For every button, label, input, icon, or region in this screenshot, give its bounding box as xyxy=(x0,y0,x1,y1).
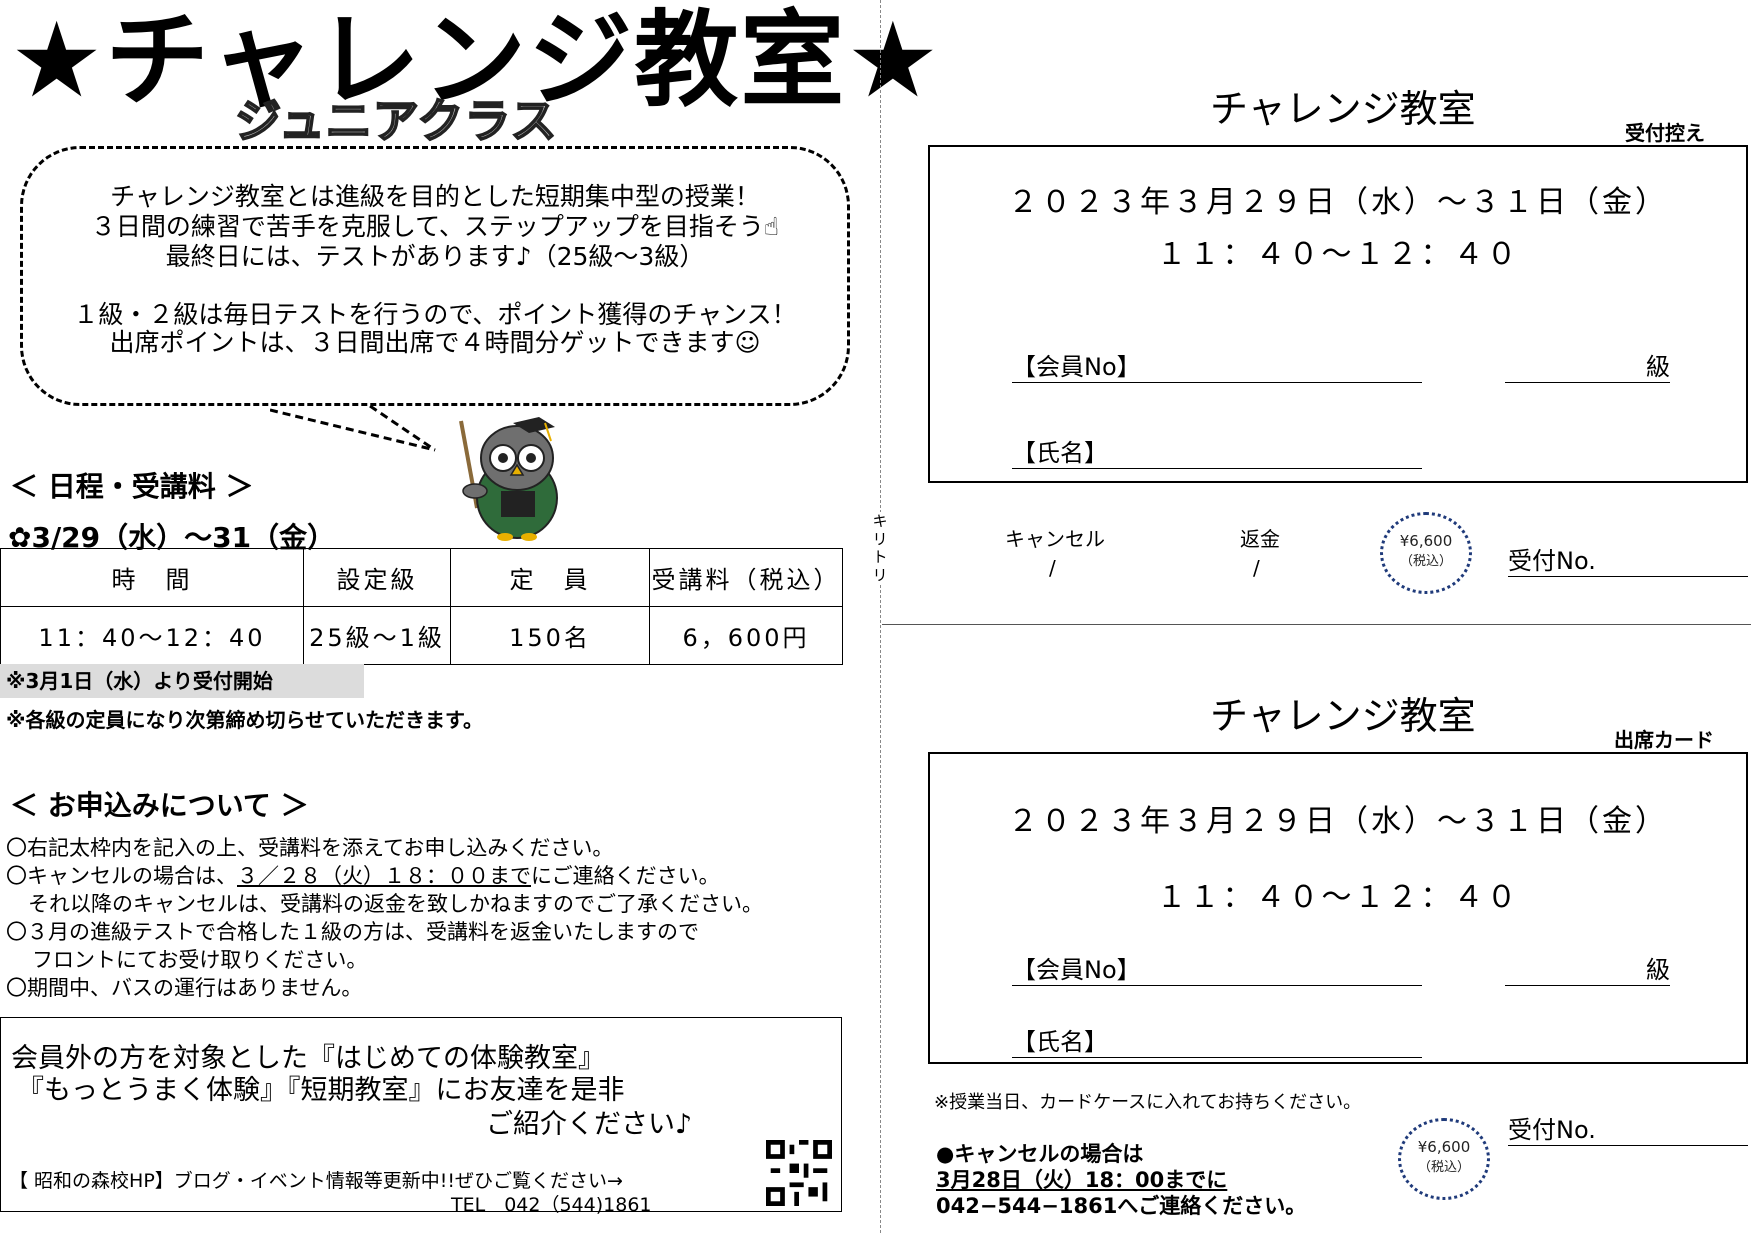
attendance-stamp-price: ¥6,600 xyxy=(1417,1138,1471,1156)
bubble-tail xyxy=(270,404,436,452)
table-cell-grade: 25級～1級 xyxy=(303,606,451,665)
receipt-time: １１：４０～１２：４０ xyxy=(1156,237,1520,272)
refund-label: 返金 xyxy=(1240,527,1280,551)
attendance-tag: 出席カード xyxy=(1614,728,1714,752)
table-header-row: 時 間 設定級 定 員 受講料（税込） xyxy=(0,548,843,607)
apply-line-2-prefix: 〇キャンセルの場合は、 xyxy=(6,864,237,888)
card-note: ※授業当日、カードケースに入れてお持ちください。 xyxy=(934,1092,1362,1113)
table-cell-time: 11：40～12：40 xyxy=(0,606,304,665)
apply-line-2: 〇キャンセルの場合は、３／２８（火）１８：００までにご連絡ください。 xyxy=(6,860,720,890)
attendance-box: ２０２３年３月２９日（水）～３１日（金） １１：４０～１２：４０ 【会員No】 … xyxy=(928,752,1748,1064)
attendance-member-no-field[interactable]: 【会員No】 xyxy=(1012,950,1422,986)
cancel-contact: 042−544−1861へご連絡ください。 xyxy=(936,1194,1307,1218)
apply-line-5: フロントにてお受け取りください。 xyxy=(32,948,368,972)
table-header: 受講料（税込） xyxy=(649,548,843,607)
receipt-date: ２０２３年３月２９日（水）～３１日（金） xyxy=(1008,185,1668,220)
schedule-heading: ＜ 日程・受講料 ＞ xyxy=(10,470,254,503)
apply-line-3: それ以降のキャンセルは、受講料の返金を致しかねますのでご了承ください。 xyxy=(28,892,763,916)
attendance-date: ２０２３年３月２９日（水）～３１日（金） xyxy=(1008,804,1668,839)
schedule-table: 時 間 設定級 定 員 受講料（税込） 11：40～12：40 25級～1級 1… xyxy=(0,548,843,665)
hp-line: 【 昭和の森校HP】ブログ・イベント情報等更新中!!ぜひご覧ください→ xyxy=(9,1170,623,1192)
bubble-line-5: 出席ポイントは、３日間出席で４時間分ゲットできます☺ xyxy=(109,328,761,357)
cut-label: キリトリ xyxy=(872,512,888,584)
qr-code-icon[interactable] xyxy=(764,1140,834,1206)
table-row: 11：40～12：40 25級～1級 150名 6，600円 xyxy=(0,606,843,665)
stamp-price: ¥6,600 xyxy=(1399,532,1453,550)
capacity-note: ※各級の定員になり次第締め切らせていただきます。 xyxy=(6,708,484,732)
bubble-line-3: 最終日には、テストがあります♪（25級～3級） xyxy=(165,242,705,271)
table-header: 時 間 xyxy=(0,548,304,607)
speech-bubble: チャレンジ教室とは進級を目的とした短期集中型の授業！ ３日間の練習で苦手を克服し… xyxy=(20,146,850,406)
attendance-time: １１：４０～１２：４０ xyxy=(1156,880,1520,915)
table-cell-capacity: 150名 xyxy=(450,606,650,665)
card-divider xyxy=(882,624,1751,625)
attendance-grade-field[interactable]: 級 xyxy=(1505,950,1670,986)
receipt-title: チャレンジ教室 xyxy=(1210,87,1476,131)
receipt-name-field[interactable]: 【氏名】 xyxy=(1012,433,1422,469)
promo-box: 会員外の方を対象とした『はじめての体験教室』 『もっとうまく体験』『短期教室』に… xyxy=(0,1017,842,1216)
attendance-stamp-tax: （税込） xyxy=(1417,1160,1470,1175)
table-cell-fee: 6，600円 xyxy=(649,606,843,665)
owl-teacher-icon xyxy=(459,417,558,541)
apply-line-4: 〇３月の進級テストで合格した１級の方は、受講料を返金いたしますので xyxy=(6,920,699,944)
registration-start-note: ※3月1日（水）より受付開始 xyxy=(0,664,364,698)
cut-line-vertical xyxy=(880,0,881,1233)
receipt-no-field[interactable]: 受付No. xyxy=(1508,541,1748,577)
table-header: 設定級 xyxy=(303,548,451,607)
receipt-box: ２０２３年３月２９日（水）～３１日（金） １１：４０～１２：４０ 【会員No】 … xyxy=(928,145,1748,483)
attendance-title: チャレンジ教室 xyxy=(1210,694,1476,738)
cancel-deadline-text: ３／２８（火）１８：００まで xyxy=(237,864,531,888)
tel-line: TEL 042（544)1861 xyxy=(451,1194,652,1216)
receipt-member-no-field[interactable]: 【会員No】 xyxy=(1012,347,1422,383)
flyer-subtitle: ジュニアクラス xyxy=(234,94,558,148)
receipt-grade-field[interactable]: 級 xyxy=(1505,347,1670,383)
receipt-tag: 受付控え xyxy=(1625,121,1705,145)
cancel-label: キャンセル xyxy=(1005,527,1105,551)
promo-line-3: ご紹介ください♪ xyxy=(486,1109,693,1140)
cancel-slash: / xyxy=(1049,556,1056,580)
apply-heading: ＜ お申込みについて ＞ xyxy=(10,789,309,822)
apply-line-2-suffix: にご連絡ください。 xyxy=(531,864,720,888)
table-header: 定 員 xyxy=(450,548,650,607)
apply-line-6: 〇期間中、バスの運行はありません。 xyxy=(6,976,363,1000)
apply-line-1: 〇右記太枠内を記入の上、受講料を添えてお申し込みください。 xyxy=(6,836,614,860)
attendance-name-field[interactable]: 【氏名】 xyxy=(1012,1022,1422,1058)
stamp-tax: （税込） xyxy=(1399,554,1452,569)
fee-stamp: ¥6,600 （税込） xyxy=(1380,512,1472,594)
refund-slash: / xyxy=(1253,556,1260,580)
attendance-receipt-no-field[interactable]: 受付No. xyxy=(1508,1110,1748,1146)
attendance-fee-stamp: ¥6,600 （税込） xyxy=(1398,1118,1490,1200)
